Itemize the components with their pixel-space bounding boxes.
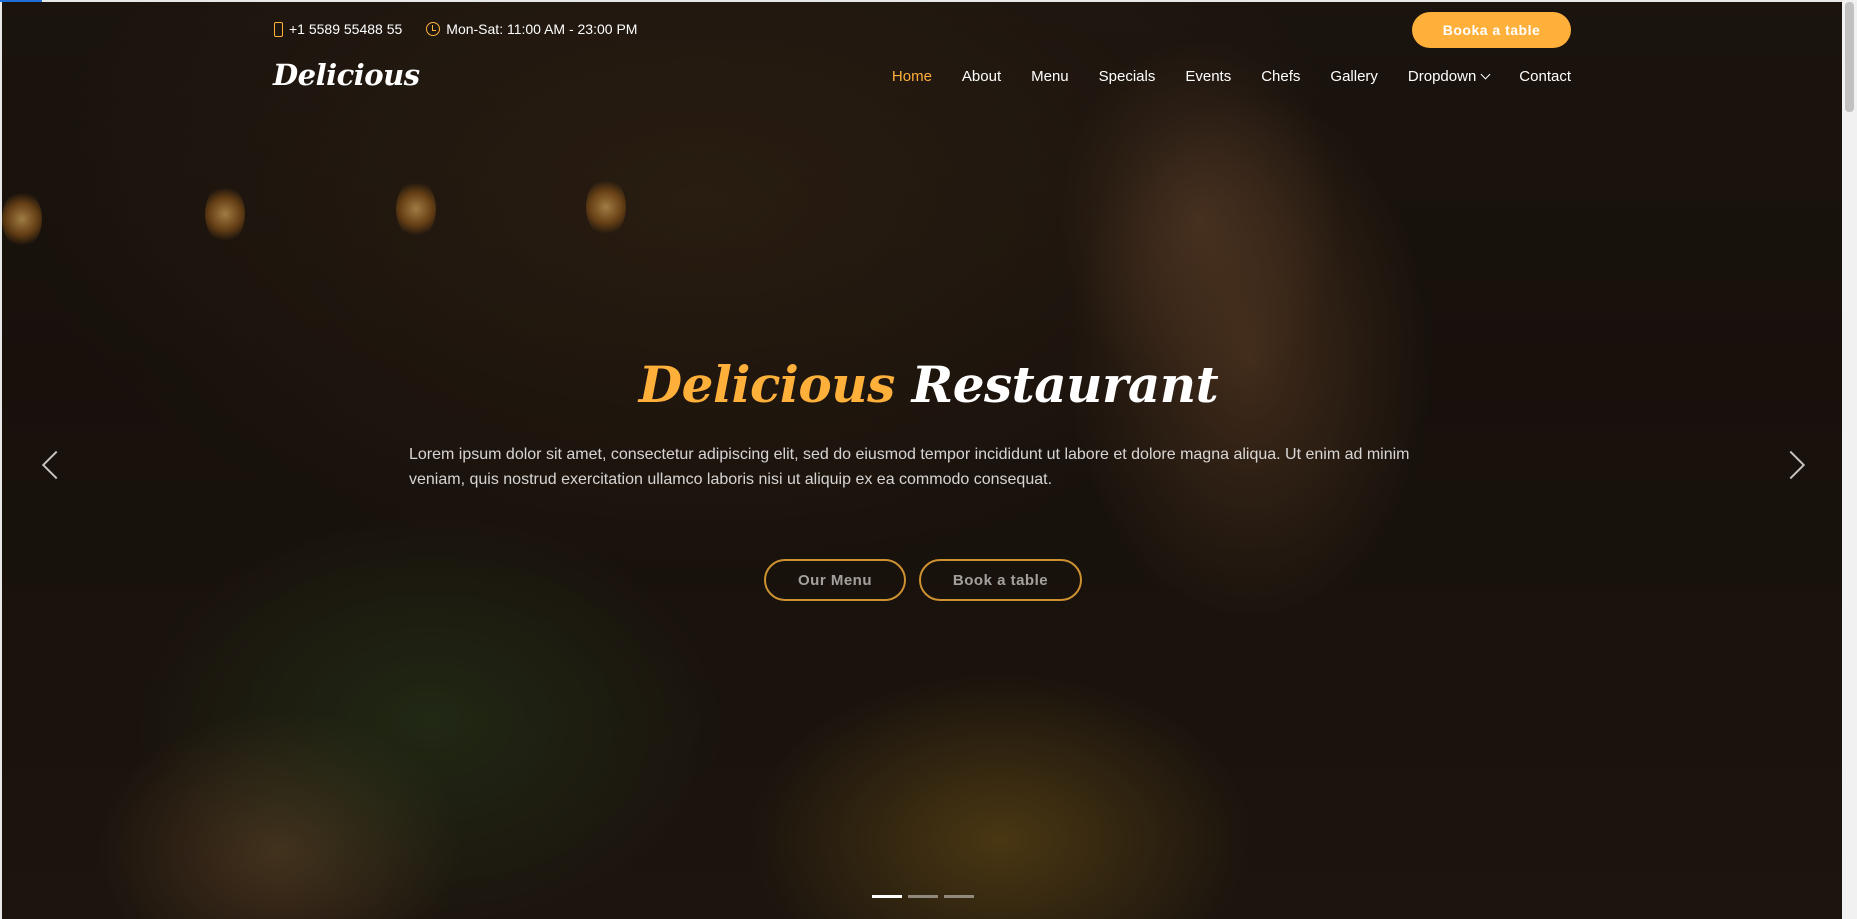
phone-icon bbox=[274, 21, 283, 37]
carousel-indicators bbox=[872, 895, 974, 898]
nav-chefs[interactable]: Chefs bbox=[1261, 68, 1300, 85]
main-nav: Home About Menu Specials Events Chefs Ga… bbox=[892, 68, 1571, 85]
hours-text: Mon-Sat: 11:00 AM - 23:00 PM bbox=[446, 21, 638, 37]
contact-phone: +1 5589 55488 55 bbox=[274, 21, 402, 37]
hero-title-rest: Restaurant bbox=[911, 355, 1219, 414]
nav-about[interactable]: About bbox=[962, 68, 1001, 85]
chevron-down-icon bbox=[1480, 69, 1491, 80]
nav-events[interactable]: Events bbox=[1185, 68, 1231, 85]
nav-dropdown-label: Dropdown bbox=[1407, 68, 1477, 85]
nav-contact[interactable]: Contact bbox=[1519, 68, 1571, 85]
loading-indicator bbox=[0, 0, 42, 2]
site-logo[interactable]: Delicious bbox=[273, 58, 420, 92]
hero-title: Delicious Restaurant bbox=[0, 355, 1857, 414]
hero-description: Lorem ipsum dolor sit amet, consectetur … bbox=[409, 446, 1410, 488]
chevron-right-icon[interactable] bbox=[1785, 450, 1805, 478]
chevron-left-icon[interactable] bbox=[40, 450, 60, 478]
scrollbar[interactable] bbox=[1842, 0, 1857, 919]
nav-menu[interactable]: Menu bbox=[1031, 68, 1069, 85]
window-edge-left bbox=[0, 0, 2, 919]
nav-home[interactable]: Home bbox=[892, 68, 932, 85]
window-edge bbox=[0, 0, 1857, 2]
phone-number: +1 5589 55488 55 bbox=[289, 21, 403, 37]
nav-dropdown[interactable]: Dropdown bbox=[1407, 68, 1491, 85]
scrollbar-thumb[interactable] bbox=[1845, 2, 1854, 112]
our-menu-button[interactable]: Our Menu bbox=[764, 559, 906, 601]
carousel-indicator[interactable] bbox=[944, 895, 974, 898]
nav-gallery[interactable]: Gallery bbox=[1330, 68, 1378, 85]
carousel-indicator[interactable] bbox=[908, 895, 938, 898]
hero-book-table-button[interactable]: Book a table bbox=[919, 559, 1082, 601]
opening-hours: Mon-Sat: 11:00 AM - 23:00 PM bbox=[426, 21, 637, 37]
book-table-button[interactable]: Booka a table bbox=[1412, 12, 1571, 48]
carousel-indicator[interactable] bbox=[872, 895, 902, 898]
nav-specials[interactable]: Specials bbox=[1099, 68, 1156, 85]
top-bar: +1 5589 55488 55 Mon-Sat: 11:00 AM - 23:… bbox=[274, 14, 637, 44]
hero-title-accent: Delicious bbox=[638, 355, 895, 414]
clock-icon bbox=[426, 22, 441, 36]
